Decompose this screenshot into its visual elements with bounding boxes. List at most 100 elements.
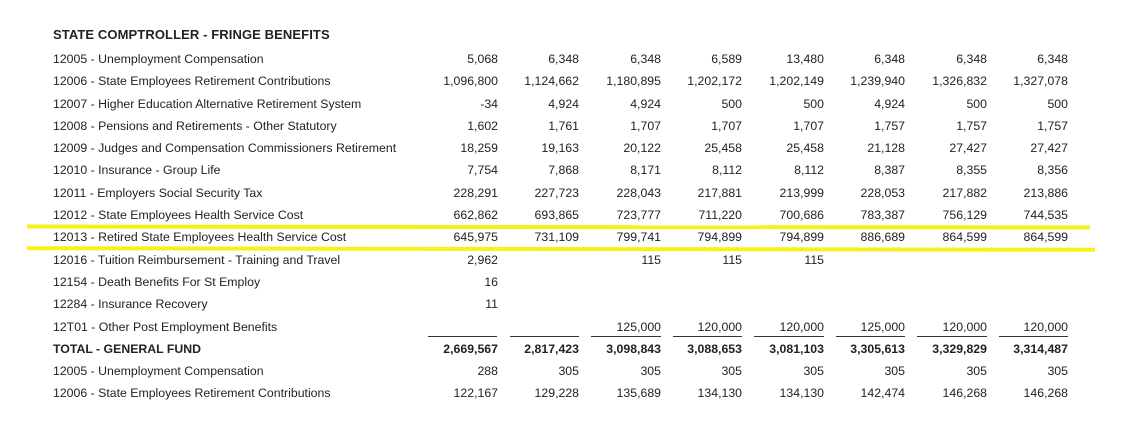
cell-value: 120,000 <box>1023 319 1068 334</box>
cell-value: 7,868 <box>548 163 579 178</box>
table-row: 12008 - Pensions and Retirements - Other… <box>0 115 1123 137</box>
cell-value: 25,458 <box>704 141 742 156</box>
cell-value: 2,817,423 <box>524 341 579 356</box>
cell-value: 7,754 <box>467 163 498 178</box>
cell-value: 2,669,567 <box>443 341 498 356</box>
table-title: STATE COMPTROLLER - FRINGE BENEFITS <box>53 27 330 42</box>
cell-value: 288 <box>477 364 498 379</box>
cell-value: 1,124,662 <box>524 74 579 89</box>
row-label: 12T01 - Other Post Employment Benefits <box>53 319 278 334</box>
row-label: 12006 - State Employees Retirement Contr… <box>53 386 331 401</box>
total-row: TOTAL - GENERAL FUND 2,669,567 2,817,423… <box>0 338 1123 360</box>
cell-value: 305 <box>966 364 987 379</box>
cell-value: 27,427 <box>1030 141 1068 156</box>
table-row: 12011 - Employers Social Security Tax 22… <box>0 182 1123 204</box>
cell-value: 146,268 <box>1023 386 1068 401</box>
cell-value: 20,122 <box>623 141 661 156</box>
cell-value: 864,599 <box>942 230 987 245</box>
cell-value: 723,777 <box>616 208 661 223</box>
subtotal-rule <box>591 336 661 337</box>
cell-value: 1,602 <box>467 118 498 133</box>
table-row-highlighted: 12013 - Retired State Employees Health S… <box>0 226 1123 248</box>
cell-value: 228,053 <box>860 185 905 200</box>
table-row: 12006 - State Employees Retirement Contr… <box>0 382 1123 404</box>
cell-value: 146,268 <box>942 386 987 401</box>
cell-value: 500 <box>721 96 742 111</box>
table-row: 12016 - Tuition Reimbursement - Training… <box>0 249 1123 271</box>
cell-value: 1,761 <box>548 118 579 133</box>
cell-value: 129,228 <box>534 386 579 401</box>
row-label: TOTAL - GENERAL FUND <box>53 341 202 356</box>
cell-value: 8,112 <box>794 163 824 178</box>
cell-value: 8,356 <box>1037 163 1068 178</box>
cell-value: 700,686 <box>779 208 824 223</box>
table-row: 12005 - Unemployment Compensation 5,068 … <box>0 48 1123 70</box>
cell-value: 783,387 <box>860 208 905 223</box>
cell-value: 4,924 <box>874 96 905 111</box>
cell-value: 756,129 <box>942 208 987 223</box>
cell-value: 11 <box>485 297 498 312</box>
table-row: 12284 - Insurance Recovery 11 <box>0 293 1123 315</box>
cell-value: 228,043 <box>616 185 661 200</box>
row-label: 12006 - State Employees Retirement Contr… <box>53 74 331 89</box>
row-label: 12005 - Unemployment Compensation <box>53 364 264 379</box>
cell-value: 115 <box>804 252 824 267</box>
budget-table: STATE COMPTROLLER - FRINGE BENEFITS 1200… <box>0 0 1123 432</box>
subtotal-rule <box>917 336 987 337</box>
cell-value: 13,480 <box>786 52 824 66</box>
cell-value: 6,348 <box>630 52 661 66</box>
cell-value: 500 <box>1047 96 1068 111</box>
cell-value: 3,098,843 <box>606 341 661 356</box>
cell-value: 500 <box>803 96 824 111</box>
row-label: 12154 - Death Benefits For St Employ <box>53 274 261 289</box>
cell-value: 27,427 <box>949 141 987 156</box>
cell-value: 305 <box>884 364 905 379</box>
table-row: 12005 - Unemployment Compensation 288 30… <box>0 360 1123 382</box>
subtotal-rule <box>428 336 497 337</box>
subtotal-rule <box>673 336 742 337</box>
cell-value: 6,348 <box>956 52 987 66</box>
cell-value: 3,081,103 <box>769 341 824 356</box>
cell-value: 886,689 <box>860 230 905 245</box>
cell-value: 8,171 <box>630 163 661 178</box>
cell-value: 25,458 <box>786 141 824 156</box>
row-label: 12011 - Employers Social Security Tax <box>53 185 263 200</box>
cell-value: 227,723 <box>534 185 579 200</box>
cell-value: 120,000 <box>942 319 987 334</box>
cell-value: 794,899 <box>779 230 824 245</box>
cell-value: 4,924 <box>548 96 579 111</box>
cell-value: 305 <box>1047 364 1068 379</box>
cell-value: 6,348 <box>1037 52 1068 66</box>
row-label: 12013 - Retired State Employees Health S… <box>53 230 347 245</box>
cell-value: 3,088,653 <box>687 341 742 356</box>
cell-value: 19,163 <box>541 141 579 156</box>
cell-value: 16 <box>484 274 498 289</box>
cell-value: 228,291 <box>453 185 498 200</box>
cell-value: 305 <box>721 364 742 379</box>
table-row: 12010 - Insurance - Group Life 7,754 7,8… <box>0 159 1123 181</box>
cell-value: 3,305,613 <box>850 341 905 356</box>
cell-value: 1,707 <box>711 118 742 133</box>
cell-value: 799,741 <box>616 230 661 245</box>
cell-value: 1,757 <box>1037 118 1068 133</box>
cell-value: 122,167 <box>453 386 498 401</box>
cell-value: 8,355 <box>956 163 987 178</box>
subtotal-rule <box>754 336 824 337</box>
cell-value: 1,180,895 <box>606 74 661 89</box>
cell-value: 6,348 <box>548 52 579 66</box>
cell-value: 864,599 <box>1023 230 1068 245</box>
cell-value: 120,000 <box>697 319 742 334</box>
row-label: 12284 - Insurance Recovery <box>53 297 208 312</box>
cell-value: 6,589 <box>711 52 742 66</box>
cell-value: 305 <box>558 364 579 379</box>
cell-value: 1,707 <box>630 118 661 133</box>
cell-value: 217,881 <box>697 185 742 200</box>
cell-value: 3,329,829 <box>932 341 987 356</box>
subtotal-rule <box>999 336 1068 337</box>
table-row: 12154 - Death Benefits For St Employ 16 <box>0 271 1123 293</box>
cell-value: 693,865 <box>534 208 579 223</box>
cell-value: 18,259 <box>460 141 498 156</box>
cell-value: 125,000 <box>860 319 905 334</box>
cell-value: 1,327,078 <box>1013 74 1068 89</box>
cell-value: 1,757 <box>874 118 905 133</box>
